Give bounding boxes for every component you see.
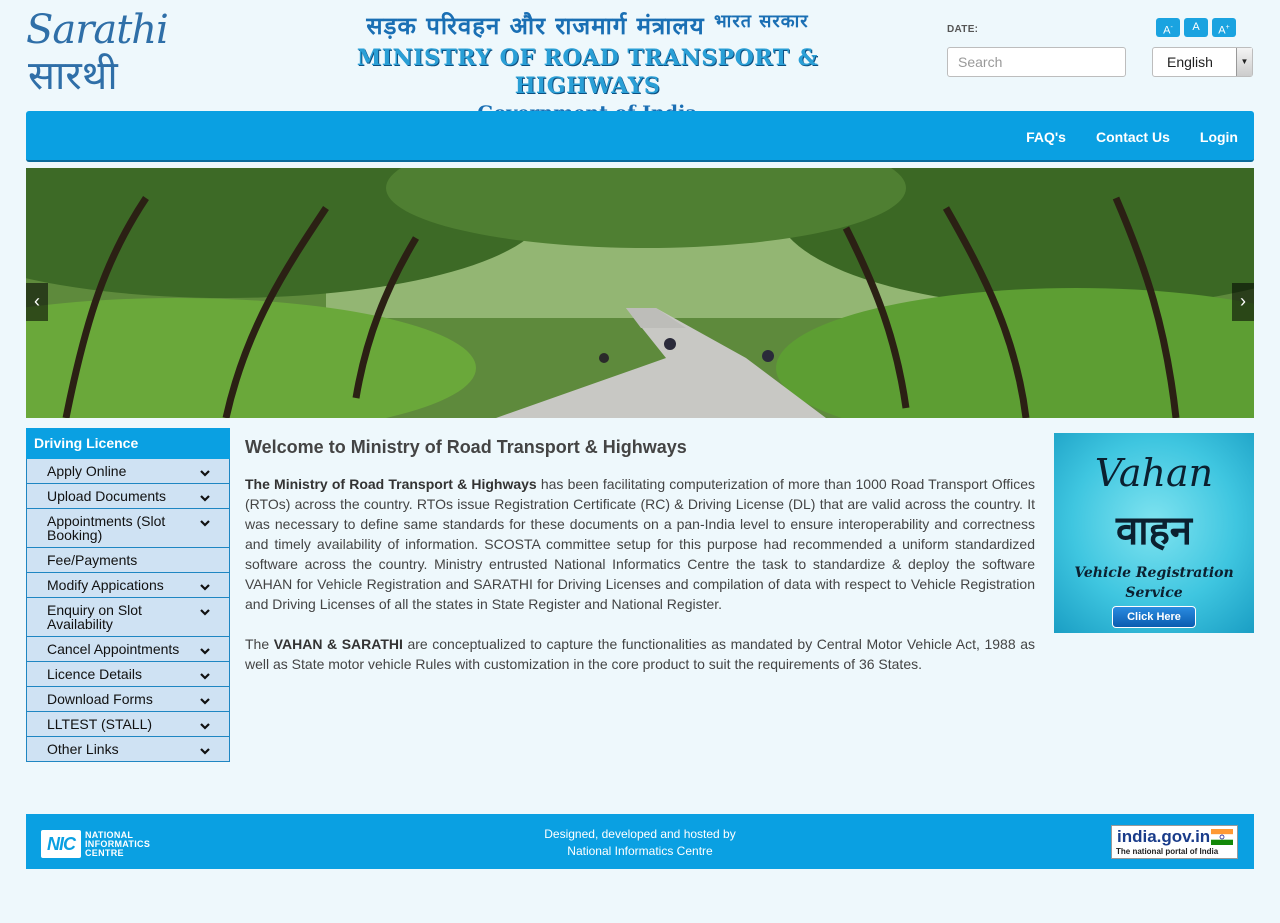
sidebar-item-label: Apply Online [47,463,127,479]
chevron-down-icon [200,520,210,527]
banner-road-image [26,168,1254,418]
carousel-next-button[interactable]: › [1232,283,1254,321]
language-selected: English [1167,54,1213,70]
sidebar-item[interactable]: Other Links [26,737,230,762]
nav-contact-us-link[interactable]: Contact Us [1096,129,1170,145]
font-size-controls: A- A A+ [1156,18,1236,37]
vahan-latin-title: Vahan [1094,451,1214,495]
india-gov-link[interactable]: india.gov.in The national portal of Indi… [1111,825,1238,859]
font-decrease-button[interactable]: A- [1156,18,1180,37]
sidebar-item[interactable]: Appointments (Slot Booking) [26,509,230,548]
sidebar-title: Driving Licence [26,428,230,459]
page-title: Welcome to Ministry of Road Transport & … [245,437,687,457]
chevron-down-icon [200,673,210,680]
india-gov-tagline: The national portal of India [1116,847,1219,856]
logo-devanagari-text: सारथी [28,53,118,99]
ministry-header: सड़क परिवहन और राजमार्ग मंत्रालय भारत सर… [300,8,875,124]
chevron-down-icon: ▼ [1236,48,1252,76]
vahan-service-banner[interactable]: Vahan वाहन Vehicle Registration Service … [1054,433,1254,633]
chevron-down-icon [200,698,210,705]
nav-faqs-link[interactable]: FAQ's [1026,129,1066,145]
para2-bold: VAHAN & SARATHI [273,636,403,652]
logo-latin-text: Sarathi [26,7,169,53]
vahan-click-here-button[interactable]: Click Here [1112,606,1196,628]
sarathi-logo[interactable]: Sarathi सारथी [26,8,169,100]
ministry-hindi-title: सड़क परिवहन और राजमार्ग मंत्रालय भारत सर… [300,8,875,44]
sidebar-item[interactable]: Licence Details [26,662,230,687]
font-normal-button[interactable]: A [1184,18,1208,37]
ministry-english-title: MINISTRY OF ROAD TRANSPORT & HIGHWAYS [356,45,819,99]
vahan-service-text: Vehicle Registration Service [1054,563,1254,603]
vahan-sarathi-paragraph: The VAHAN & SARATHI are conceptualized t… [245,634,1035,674]
sidebar-item-label: Download Forms [47,691,153,707]
sidebar-item-label: LLTEST (STALL) [47,716,153,732]
date-label: DATE: [947,24,979,35]
chevron-down-icon [200,584,210,591]
sidebar-item[interactable]: LLTEST (STALL) [26,712,230,737]
sidebar-item[interactable]: Download Forms [26,687,230,712]
sidebar-item[interactable]: Apply Online [26,459,230,484]
footer-line2: National Informatics Centre [567,844,713,858]
sidebar-item-label: Licence Details [47,666,142,682]
chevron-down-icon [200,470,210,477]
nic-text: NATIONAL INFORMATICS CENTRE [85,830,150,858]
sidebar-item[interactable]: Fee/Payments [26,548,230,573]
carousel-prev-button[interactable]: ‹ [26,283,48,321]
sidebar-item-label: Upload Documents [47,488,167,504]
sidebar-item-label: Appointments (Slot Booking) [47,513,166,543]
intro-bold: The Ministry of Road Transport & Highway… [245,476,537,492]
language-select[interactable]: English ▼ [1152,47,1253,77]
search-input[interactable] [947,47,1126,77]
intro-text: has been facilitating computerization of… [245,476,1036,612]
ministry-hindi-gov: भारत सरकार [714,11,809,32]
vahan-devanagari-title: वाहन [1115,508,1193,554]
main-content: Welcome to Ministry of Road Transport & … [245,437,1035,674]
chevron-down-icon [200,609,210,616]
sidebar-item[interactable]: Enquiry on Slot Availability [26,598,230,637]
nic-mark: NIC [41,830,81,858]
sidebar-item-label: Cancel Appointments [47,641,180,657]
para2-prefix: The [245,636,274,652]
banner-carousel: ‹ › [26,168,1254,418]
chevron-down-icon [200,495,210,502]
page-footer: NIC NATIONAL INFORMATICS CENTRE Designed… [26,814,1254,869]
ministry-hindi-main: सड़क परिवहन और राजमार्ग मंत्रालय [366,12,705,40]
india-flag-icon [1211,829,1233,845]
sidebar-item-label: Modify Appications [47,577,164,593]
footer-credit: Designed, developed and hosted by Nation… [490,826,790,860]
sidebar-item-label: Fee/Payments [47,552,138,568]
footer-line1: Designed, developed and hosted by [544,827,736,841]
sidebar-item[interactable]: Modify Appications [26,573,230,598]
vahan-line2: Service [1125,585,1183,601]
font-increase-button[interactable]: A+ [1212,18,1236,37]
main-navbar: FAQ's Contact Us Login [26,111,1254,162]
nav-login-link[interactable]: Login [1200,129,1238,145]
chevron-down-icon [200,648,210,655]
sidebar-item-label: Other Links [47,741,119,757]
chevron-down-icon [200,748,210,755]
nic-logo[interactable]: NIC NATIONAL INFORMATICS CENTRE [41,829,181,859]
india-gov-title: india.gov.in [1117,827,1211,846]
chevron-down-icon [200,723,210,730]
sidebar-item-label: Enquiry on Slot Availability [47,602,142,632]
intro-paragraph: The Ministry of Road Transport & Highway… [245,474,1035,614]
sidebar-item[interactable]: Cancel Appointments [26,637,230,662]
driving-licence-sidebar: Driving Licence Apply Online Upload Docum… [26,428,230,762]
nic-line3: CENTRE [85,847,124,858]
vahan-line1: Vehicle Registration [1074,565,1234,581]
sidebar-item[interactable]: Upload Documents [26,484,230,509]
